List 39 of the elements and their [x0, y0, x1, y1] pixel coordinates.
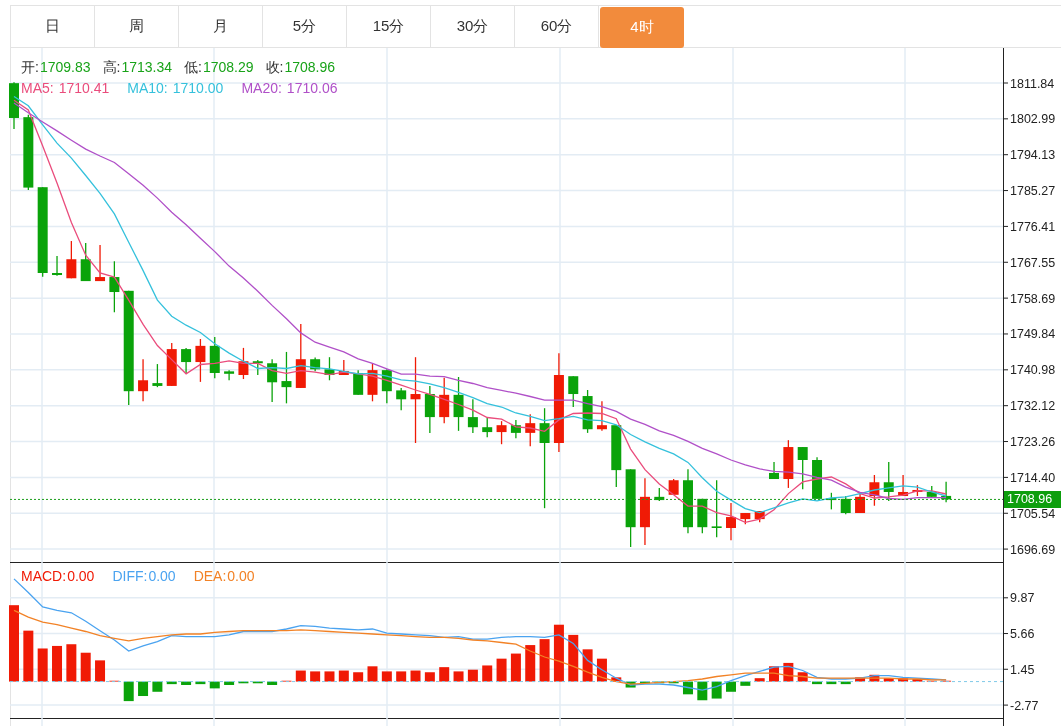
legend-label: MA20:	[241, 79, 282, 98]
legend-label: MA10:	[127, 79, 168, 98]
ohlc-label: 收:	[265, 58, 284, 77]
legend-label: DIFF:	[112, 567, 148, 586]
legend-value: 1710.06	[286, 79, 338, 98]
axis-label: 1749.84	[1010, 327, 1056, 342]
axis-label: 9.87	[1010, 591, 1035, 606]
ohlc-label: 高:	[102, 58, 121, 77]
axis-label: 1714.40	[1010, 470, 1056, 485]
axis-label: 1785.27	[1010, 184, 1056, 199]
axis-label: 1723.26	[1010, 435, 1056, 450]
ohlc-value: 1709.83	[39, 58, 91, 77]
axis-label: 1811.84	[1010, 76, 1055, 91]
axis-label: 1740.98	[1010, 363, 1056, 378]
legend-label: DEA:	[193, 567, 227, 586]
ohlc-label: 低:	[184, 58, 202, 77]
axis-label: 1776.41	[1010, 219, 1056, 234]
legend-label: MACD:	[21, 567, 67, 586]
axis-label: 1802.99	[1010, 112, 1056, 127]
ohlc-value: 1708.29	[202, 58, 254, 77]
ohlc-value: 1708.96	[284, 58, 335, 77]
axis-label: 5.66	[1010, 627, 1035, 642]
legend-value: 0.00	[227, 567, 255, 586]
axis-label: 1705.54	[1010, 506, 1056, 521]
axis-label: 1794.13	[1010, 148, 1056, 163]
legend-value: 0.00	[67, 567, 95, 586]
current-price-tag: 1708.96	[1004, 490, 1061, 508]
ohlc-label: 开:	[21, 58, 39, 77]
legend-value: 1710.41	[58, 79, 110, 98]
legend-value: 0.00	[148, 567, 176, 586]
legend-value: 1710.00	[172, 79, 224, 98]
ohlc-value: 1713.34	[121, 58, 172, 77]
axis-label: -2.77	[1010, 698, 1039, 713]
axis-label: 1732.12	[1010, 399, 1056, 414]
axis-label: 1696.69	[1010, 542, 1056, 557]
axis-label: 1758.69	[1010, 291, 1056, 306]
legend-label: MA5:	[21, 79, 54, 98]
axis-label: 1.45	[1010, 662, 1035, 677]
axis-label: 1767.55	[1010, 255, 1056, 270]
